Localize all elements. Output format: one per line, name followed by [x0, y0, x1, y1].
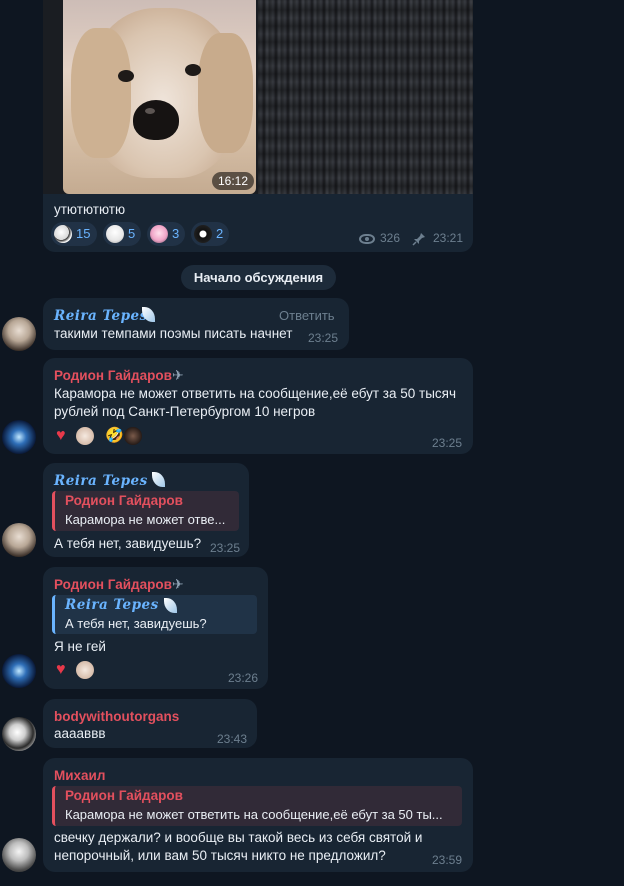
reaction-pill-4[interactable]: 2	[191, 222, 229, 246]
message-time: 23:25	[210, 541, 241, 555]
message-time: 23:43	[217, 732, 248, 746]
message-time: 23:25	[432, 436, 463, 450]
reply-quote[interactable]: Reira Tepes А тебя нет, завидуешь?	[52, 595, 257, 634]
pink-cat-sticker-icon	[150, 225, 168, 243]
reply-button[interactable]: Ответить	[279, 308, 335, 323]
reaction-pill-3[interactable]: 3	[147, 222, 185, 246]
rolling-laughing-icon[interactable]: 🤣	[105, 426, 124, 444]
message-time: 23:59	[432, 853, 463, 867]
video-thumbnail[interactable]: 16:12	[63, 0, 256, 194]
sender-name[interactable]: Михаил	[54, 768, 105, 783]
quote-author: Родион Гайдаров	[65, 788, 183, 803]
reaction-pill-1[interactable]: 15	[51, 222, 97, 246]
channel-post: 16:12 утютютютю 15 5 3 2 326 23:21	[43, 0, 473, 252]
reaction-avatar	[76, 427, 94, 445]
discussion-start-badge: Начало обсуждения	[181, 265, 336, 290]
message-bubble: Родион Гайдаров ✈ Карамора не может отве…	[43, 358, 473, 454]
ghost-sticker-icon	[106, 225, 124, 243]
wing-icon	[152, 472, 165, 487]
heart-reaction-icon[interactable]: ♥	[56, 427, 66, 445]
airplane-icon: ✈	[172, 367, 184, 383]
sender-name[interactable]: Родион Гайдаров	[54, 577, 172, 592]
message-bubble: Родион Гайдаров ✈ Reira Tepes А тебя нет…	[43, 567, 268, 689]
post-views: 326	[380, 231, 401, 245]
reaction-avatar	[76, 661, 94, 679]
quote-author: Родион Гайдаров	[65, 493, 183, 508]
sender-name[interactable]: bodywithoutorgans	[54, 709, 179, 724]
message-text: такими темпами поэмы писать начнет	[54, 326, 293, 341]
post-caption: утютютютю	[54, 202, 126, 217]
message-time: 23:26	[228, 671, 259, 685]
avatar[interactable]	[2, 523, 36, 557]
message-text: Я не гей	[54, 639, 106, 654]
quote-author: Reira Tepes	[65, 597, 159, 613]
message-text: ааааввв	[54, 726, 106, 741]
avatar[interactable]	[2, 420, 36, 454]
message-bubble: Reira Tepes Родион Гайдаров Карамора не …	[43, 463, 249, 557]
quote-text: Карамора не может ответить на сообщение,…	[65, 807, 443, 822]
message-text-line-2: рублей под Санкт-Петербургом 10 негров	[54, 404, 316, 419]
video-duration: 16:12	[211, 172, 254, 190]
wing-icon	[164, 598, 177, 613]
message-bubble: bodywithoutorgans ааааввв 23:43	[43, 699, 257, 748]
quote-text: Карамора не может отве...	[65, 512, 226, 527]
avatar[interactable]	[2, 717, 36, 751]
message-time: 23:25	[308, 331, 339, 345]
rabbit-sticker-icon	[54, 225, 72, 243]
reply-quote[interactable]: Родион Гайдаров Карамора не может отве..…	[52, 491, 239, 531]
post-time: 23:21	[433, 231, 464, 245]
message-text-line-1: Карамора не может ответить на сообщение,…	[54, 386, 457, 401]
heart-reaction-icon[interactable]: ♥	[56, 661, 66, 679]
reaction-pill-2[interactable]: 5	[103, 222, 141, 246]
message-bubble: Михаил Родион Гайдаров Карамора не может…	[43, 758, 473, 872]
avatar[interactable]	[2, 838, 36, 872]
sender-name[interactable]: Reira Tepes	[54, 473, 148, 489]
avatar[interactable]	[2, 654, 36, 688]
pin-icon	[412, 233, 425, 246]
sender-name[interactable]: Родион Гайдаров	[54, 368, 172, 383]
message-text-line-2: непорочный, или вам 50 тысяч никто не пр…	[54, 848, 386, 863]
sender-name[interactable]: Reira Tepes	[54, 308, 148, 324]
quote-text: А тебя нет, завидуешь?	[65, 616, 207, 631]
airplane-icon: ✈	[172, 576, 184, 592]
message-bubble: Reira Tepes Ответить такими темпами поэм…	[43, 298, 349, 350]
reply-quote[interactable]: Родион Гайдаров Карамора не может ответи…	[52, 786, 462, 826]
avatar[interactable]	[2, 317, 36, 351]
message-text-line-1: свечку держали? и вообще вы такой весь и…	[54, 830, 423, 845]
post-media[interactable]: 16:12	[43, 0, 473, 194]
message-text: А тебя нет, завидуешь?	[54, 536, 202, 551]
reaction-avatar	[124, 427, 142, 445]
grinning-face-sticker-icon	[194, 225, 212, 243]
